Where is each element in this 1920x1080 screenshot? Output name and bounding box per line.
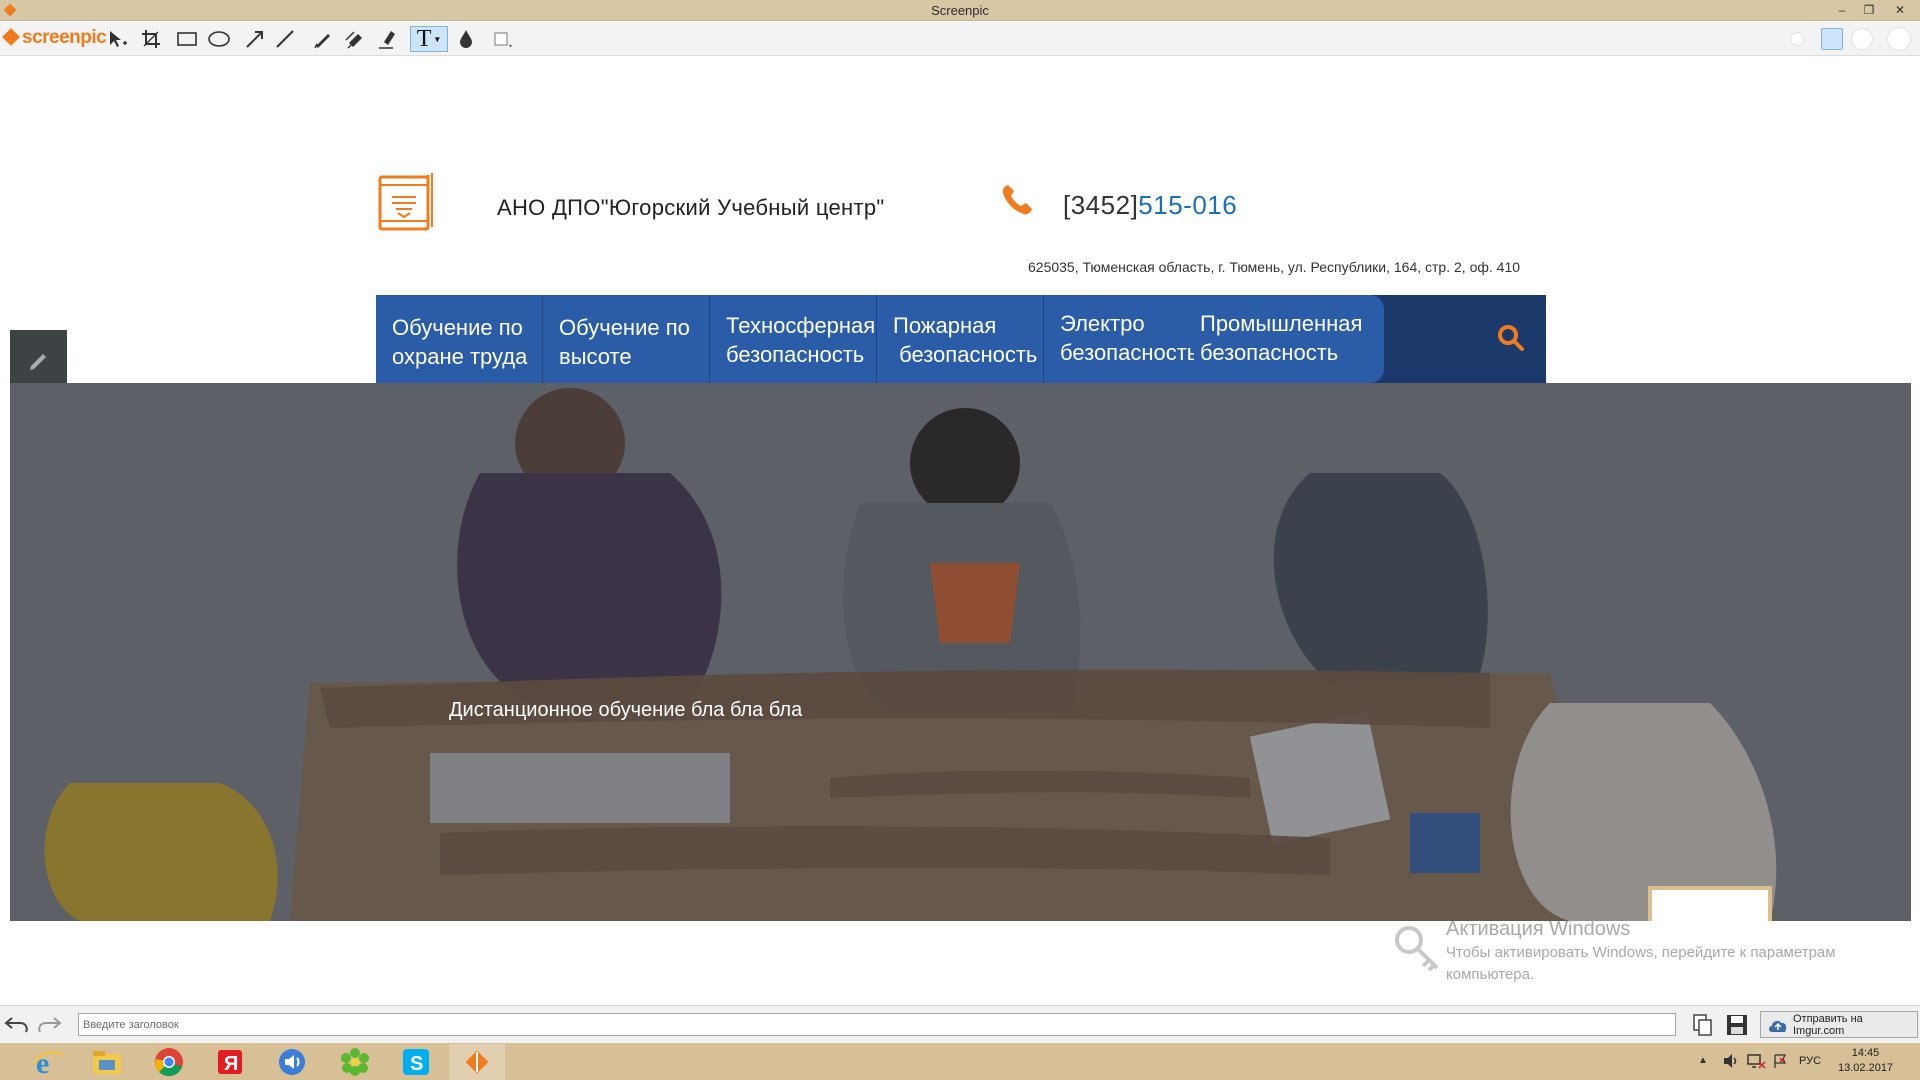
clock-time: 14:45 (1851, 1047, 1880, 1059)
svg-text:Я: Я (224, 1053, 238, 1075)
audio-player-icon[interactable] (264, 1044, 320, 1080)
minimize-button[interactable]: – (1829, 1, 1855, 19)
svg-text:e: e (36, 1047, 49, 1078)
color-box-tool-icon[interactable] (490, 26, 516, 52)
key-icon (1395, 926, 1439, 972)
size-medium-option[interactable] (1821, 28, 1843, 50)
upload-label: Отправить на Imgur.com (1792, 1012, 1863, 1037)
windows-activation-watermark: Активация Windows Чтобы активировать Win… (1393, 918, 1893, 985)
highlighter-tool-icon[interactable] (374, 26, 400, 52)
screenpic-logo: screenpic (2, 27, 107, 49)
clock-date: 13.02.2017 (1838, 1062, 1894, 1074)
pen-tool-icon[interactable] (310, 26, 336, 52)
window-title: Screenpic (931, 3, 989, 18)
tray-expand-icon[interactable]: ▲ (1698, 1055, 1708, 1066)
network-icon[interactable] (1746, 1053, 1766, 1074)
phone-number[interactable]: [3452]515-016 (1063, 190, 1237, 221)
phone-digits[interactable]: 515-016 (1138, 190, 1237, 220)
marker-tool-icon[interactable] (342, 26, 368, 52)
save-icon[interactable] (1725, 1013, 1749, 1042)
phone-icon (1000, 183, 1034, 217)
nav-label-line1: Пожарная (893, 313, 997, 338)
edit-side-tab[interactable] (10, 330, 67, 389)
size-large-option[interactable] (1851, 28, 1873, 50)
nav-label-line1: Электро (1060, 311, 1145, 336)
address-text: 625035, Тюменская область, г. Тюмень, ул… (1028, 259, 1521, 275)
svg-text:S: S (410, 1053, 423, 1075)
cloud-upload-icon (1768, 1020, 1787, 1032)
search-icon[interactable] (1496, 323, 1526, 353)
title-bar: Screenpic – ❐ ✕ (0, 0, 1920, 21)
size-xlarge-option[interactable] (1887, 27, 1911, 51)
nav-label-line1: Промышленная (1200, 311, 1363, 336)
activation-line1: Чтобы активировать Windows, перейдите к … (1446, 944, 1836, 961)
editor-toolbar: screenpic T ▼ (0, 22, 1920, 56)
rectangle-tool-icon[interactable] (174, 26, 200, 52)
nav-label-line1: Техносферная (726, 313, 876, 338)
hero-caption-text: Дистанционное обучение бла бла бла (449, 699, 803, 721)
bottom-bar: Отправить на Imgur.com (0, 1005, 1920, 1043)
ellipse-tool-icon[interactable] (206, 26, 232, 52)
hero-banner-image (10, 383, 1911, 921)
skype-icon[interactable]: S (388, 1044, 444, 1080)
activation-title: Активация Windows (1446, 918, 1631, 940)
book-logo-icon[interactable] (376, 171, 440, 233)
blur-drop-tool-icon[interactable] (453, 26, 479, 52)
icq-icon[interactable] (327, 1044, 383, 1080)
volume-icon[interactable] (1722, 1053, 1740, 1074)
text-tool-icon: T (416, 26, 432, 52)
screenpic-taskbar-icon[interactable] (449, 1044, 505, 1080)
copy-icon[interactable] (1692, 1013, 1714, 1042)
chevron-down-icon[interactable]: ▼ (433, 35, 441, 44)
nav-label-line2: высоте (559, 344, 632, 369)
redo-icon[interactable] (36, 1014, 62, 1039)
organization-name[interactable]: АНО ДПО"Югорский Учебный центр" (497, 195, 885, 221)
nav-label-line2: безопасность (1060, 340, 1199, 365)
input-language[interactable]: РУС (1799, 1055, 1821, 1067)
size-small-option[interactable] (1790, 32, 1804, 46)
arrow-tool-icon[interactable] (242, 26, 268, 52)
yandex-icon[interactable]: Я (202, 1044, 258, 1080)
nav-label-line2: безопасность (1200, 340, 1339, 365)
nav-item-fire-safety[interactable]: Пожарная безопасность (877, 295, 1044, 383)
activation-line2: компьютера. (1446, 966, 1535, 983)
nav-label-line2: безопасность (726, 342, 865, 367)
maximize-button[interactable]: ❐ (1856, 1, 1882, 19)
flag-icon[interactable] (1772, 1053, 1788, 1074)
phone-code: [3452] (1063, 190, 1139, 220)
upload-imgur-button[interactable]: Отправить на Imgur.com (1760, 1011, 1918, 1038)
undo-icon[interactable] (4, 1014, 30, 1039)
crop-tool-icon[interactable] (138, 26, 164, 52)
main-navigation: Обучение по охране труда Обучение по выс… (376, 295, 1546, 383)
nav-item-technosphere-safety[interactable]: Техносферная безопасность (710, 295, 877, 383)
nav-item-electrical-safety[interactable]: Электро безопасность (1044, 295, 1199, 383)
nav-label-line2: охране труда (392, 344, 528, 369)
nav-label-line2: безопасность (893, 342, 1038, 367)
chrome-icon[interactable] (141, 1044, 197, 1080)
select-tool-icon[interactable] (104, 26, 130, 52)
close-button[interactable]: ✕ (1887, 1, 1913, 19)
windows-taskbar: e Я S ▲ РУС 14:45 13.02.2017 (0, 1043, 1920, 1080)
nav-item-labor-safety[interactable]: Обучение по охране труда (376, 295, 543, 383)
pencil-icon (29, 353, 46, 370)
tray-clock[interactable]: 14:45 13.02.2017 (1838, 1046, 1893, 1076)
nav-item-industrial-safety[interactable]: Промышленная безопасность (1194, 295, 1384, 383)
line-tool-icon[interactable] (272, 26, 298, 52)
text-tool-button[interactable]: T ▼ (410, 26, 448, 52)
title-input[interactable] (78, 1013, 1676, 1036)
nav-item-height-training[interactable]: Обучение по высоте (543, 295, 710, 383)
nav-label-line1: Обучение по (392, 315, 523, 340)
explorer-icon[interactable] (79, 1044, 135, 1080)
ie-icon[interactable]: e (20, 1044, 76, 1080)
nav-label-line1: Обучение по (559, 315, 690, 340)
